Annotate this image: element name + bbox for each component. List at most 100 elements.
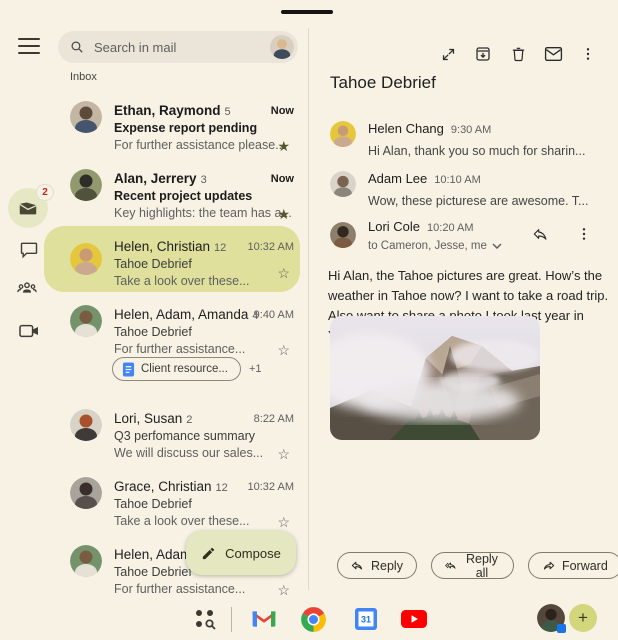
- star-filled-icon[interactable]: ★: [277, 139, 290, 153]
- sender: Lori, Susan: [114, 411, 182, 426]
- app-grid-search-icon: [193, 607, 217, 631]
- snippet: Take a look over these...: [114, 274, 264, 288]
- message-snippet: Wow, these picturese are awesome. T...: [368, 194, 600, 208]
- star-filled-icon[interactable]: ★: [277, 207, 290, 221]
- panel-divider: [308, 28, 309, 590]
- sender: Alan, Jerrery: [114, 171, 197, 186]
- subject: Q3 perfomance summary: [114, 429, 264, 443]
- taskbar-chrome-button[interactable]: [299, 605, 327, 633]
- reply-button-icon[interactable]: [530, 224, 550, 244]
- star-outline-icon[interactable]: ☆: [277, 515, 290, 529]
- search-input[interactable]: [94, 40, 270, 55]
- thread-title: Tahoe Debrief: [330, 73, 436, 93]
- message-collapsed[interactable]: Helen Chang9:30 AM Hi Alan, thank you so…: [330, 120, 600, 158]
- reply-all-button[interactable]: Reply all: [431, 552, 514, 579]
- archive-button[interactable]: [473, 44, 493, 64]
- thread-count: 2: [186, 414, 192, 426]
- svg-text:31: 31: [361, 615, 371, 625]
- time: Now: [271, 173, 294, 185]
- delete-button[interactable]: [508, 44, 528, 64]
- mail-icon: [17, 197, 39, 219]
- taskbar-gmail-button[interactable]: [250, 605, 278, 633]
- mail-row[interactable]: Helen, Adam, Amanda4 Tahoe Debrief For f…: [44, 301, 300, 393]
- mark-unread-button[interactable]: [543, 44, 563, 64]
- app-grid-search-button[interactable]: [191, 605, 219, 633]
- snippet: Key highlights: the team has a...: [114, 206, 264, 220]
- reply-button[interactable]: Reply: [337, 552, 417, 579]
- star-outline-icon[interactable]: ☆: [277, 343, 290, 357]
- attachment-extra-count: +1: [249, 363, 262, 375]
- mail-row-selected[interactable]: Helen, Christian12 Tahoe Debrief Take a …: [44, 226, 300, 292]
- mail-row[interactable]: Ethan, Raymond5 Expense report pending F…: [44, 97, 300, 161]
- trash-icon: [510, 45, 527, 63]
- more-options-button[interactable]: [578, 44, 598, 64]
- taskbar-profile-avatar[interactable]: [537, 604, 565, 632]
- avatar: [330, 121, 356, 147]
- time: 8:22 AM: [254, 413, 294, 425]
- sender: Helen, Christian: [114, 239, 210, 254]
- sidebar-item-chat[interactable]: [17, 238, 41, 262]
- search-bar[interactable]: [58, 31, 298, 63]
- youtube-icon: [400, 609, 428, 629]
- message-collapsed[interactable]: Adam Lee10:10 AM Wow, these picturese ar…: [330, 170, 600, 208]
- time: Now: [271, 105, 294, 117]
- reply-icon: [351, 560, 364, 571]
- sidebar-item-mail[interactable]: 2: [8, 188, 48, 228]
- doc-icon: [122, 362, 135, 377]
- subject: Tahoe Debrief: [114, 325, 264, 339]
- taskbar-calendar-button[interactable]: 31: [352, 605, 380, 633]
- star-outline-icon[interactable]: ☆: [277, 266, 290, 280]
- avatar[interactable]: [70, 305, 102, 337]
- attachment-label: Client resource...: [141, 363, 228, 375]
- menu-icon[interactable]: [18, 38, 40, 54]
- chat-icon: [19, 240, 39, 260]
- compose-label: Compose: [225, 546, 281, 561]
- avatar[interactable]: [70, 477, 102, 509]
- window-drag-handle[interactable]: [281, 10, 333, 14]
- chevron-down-icon: [492, 243, 502, 249]
- more-vert-icon: [576, 225, 592, 243]
- subject: Tahoe Debrief: [114, 497, 264, 511]
- message-snippet: Hi Alan, thank you so much for sharin...: [368, 144, 600, 158]
- sidebar-item-spaces[interactable]: [15, 276, 39, 300]
- search-icon: [70, 39, 84, 55]
- avatar[interactable]: [70, 243, 102, 275]
- message-sender: Adam Lee: [368, 171, 427, 186]
- message-sender: Lori Cole: [368, 219, 420, 234]
- sender: Ethan, Raymond: [114, 103, 221, 118]
- avatar[interactable]: [70, 101, 102, 133]
- snippet: For further assistance...: [114, 582, 264, 596]
- avatar[interactable]: [70, 409, 102, 441]
- avatar[interactable]: [70, 169, 102, 201]
- attachment-chip[interactable]: Client resource...: [112, 357, 241, 381]
- chat-status-badge: [557, 624, 566, 633]
- thread-toolbar: [438, 44, 598, 64]
- forward-button[interactable]: Forward: [528, 552, 618, 579]
- forward-label: Forward: [562, 559, 608, 573]
- star-outline-icon[interactable]: ☆: [277, 583, 290, 597]
- taskbar-youtube-button[interactable]: [400, 605, 428, 633]
- mail-row[interactable]: Grace, Christian12 Tahoe Debrief Take a …: [44, 473, 300, 537]
- yosemite-photo[interactable]: [330, 316, 540, 440]
- account-avatar[interactable]: [270, 35, 294, 59]
- snippet: Take a look over these...: [114, 514, 264, 528]
- calendar-icon: 31: [354, 607, 378, 631]
- open-in-full-button[interactable]: [438, 44, 458, 64]
- taskbar-plus-button[interactable]: +: [569, 604, 597, 632]
- mail-row[interactable]: Lori, Susan 2 Q3 perfomance summary We wi…: [44, 405, 300, 469]
- mail-row[interactable]: Alan, Jerrery3 Recent project updates Ke…: [44, 165, 300, 229]
- time: 10:32 AM: [248, 241, 294, 253]
- forward-icon: [542, 560, 555, 571]
- message-time: 9:30 AM: [451, 124, 491, 136]
- sender: Helen, Adam, Amanda: [114, 307, 248, 322]
- sender: Grace, Christian: [114, 479, 212, 494]
- sidebar-item-meet[interactable]: [17, 319, 41, 343]
- star-outline-icon[interactable]: ☆: [277, 447, 290, 461]
- snippet: We will discuss our sales...: [114, 446, 264, 460]
- reply-all-icon: [445, 560, 457, 571]
- subject: Recent project updates: [114, 189, 264, 203]
- message-more-button[interactable]: [574, 224, 594, 244]
- avatar[interactable]: [70, 545, 102, 577]
- compose-button[interactable]: Compose: [186, 531, 296, 575]
- open-in-full-icon: [440, 46, 457, 63]
